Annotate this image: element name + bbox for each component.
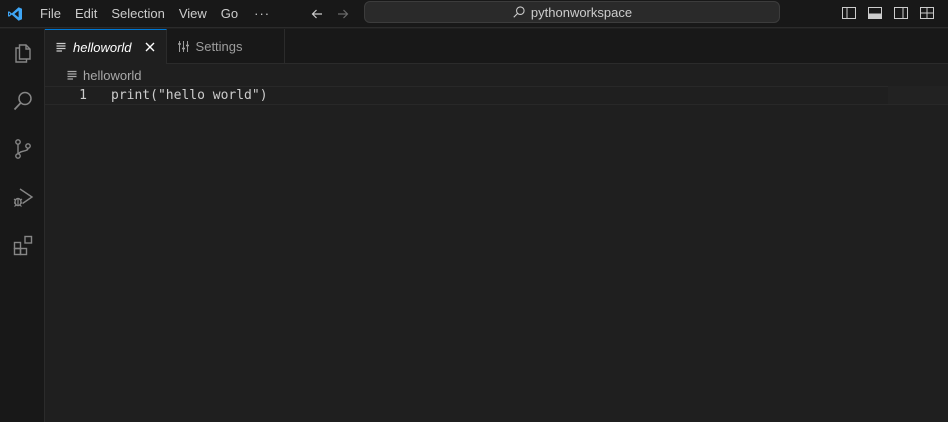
menu-selection[interactable]: Selection — [104, 0, 171, 28]
run-debug-icon[interactable] — [0, 173, 45, 221]
breadcrumb-item-file[interactable]: helloworld — [83, 68, 142, 83]
extensions-icon[interactable] — [0, 221, 45, 269]
source-control-icon[interactable] — [0, 125, 45, 173]
menu-file[interactable]: File — [33, 0, 68, 28]
breadcrumb: helloworld — [45, 64, 888, 86]
sidebar-right-icon[interactable] — [888, 2, 914, 24]
tab-label: helloworld — [73, 39, 132, 55]
tab-helloworld[interactable]: helloworld — [45, 29, 167, 64]
activity-bar — [0, 29, 45, 422]
vscode-logo-icon — [0, 0, 30, 28]
menu-more-button[interactable]: ··· — [245, 0, 279, 28]
tab-label: Settings — [195, 39, 243, 54]
text-file-icon — [55, 41, 67, 53]
text-file-icon — [66, 69, 78, 81]
layout-icon[interactable] — [914, 2, 940, 24]
code-editor[interactable]: 1 print("hello world") — [45, 86, 948, 422]
sidebar-left-icon[interactable] — [836, 2, 862, 24]
files-icon[interactable] — [0, 29, 45, 77]
editor-tab-bar: helloworld Settings — [45, 29, 948, 64]
menu-go[interactable]: Go — [214, 0, 245, 28]
editor-line[interactable]: 1 print("hello world") — [45, 86, 948, 105]
search-icon — [512, 5, 526, 19]
command-center-label: pythonworkspace — [530, 4, 633, 20]
close-icon[interactable] — [144, 41, 156, 53]
command-center-search[interactable]: pythonworkspace — [364, 1, 780, 23]
tab-settings[interactable]: Settings — [167, 29, 285, 64]
title-bar: File Edit Selection View Go ··· pythonwo… — [0, 0, 948, 28]
menu-bar: File Edit Selection View Go ··· — [33, 0, 279, 28]
code-line[interactable]: print("hello world") — [111, 88, 268, 103]
menu-edit[interactable]: Edit — [68, 0, 104, 28]
arrow-right-icon[interactable] — [330, 3, 356, 25]
menu-view[interactable]: View — [172, 0, 214, 28]
minimap[interactable] — [888, 86, 948, 104]
panel-bottom-icon[interactable] — [862, 2, 888, 24]
line-number: 1 — [79, 88, 87, 103]
settings-sliders-icon — [177, 40, 190, 53]
search-icon[interactable] — [0, 77, 45, 125]
arrow-left-icon[interactable] — [304, 3, 330, 25]
